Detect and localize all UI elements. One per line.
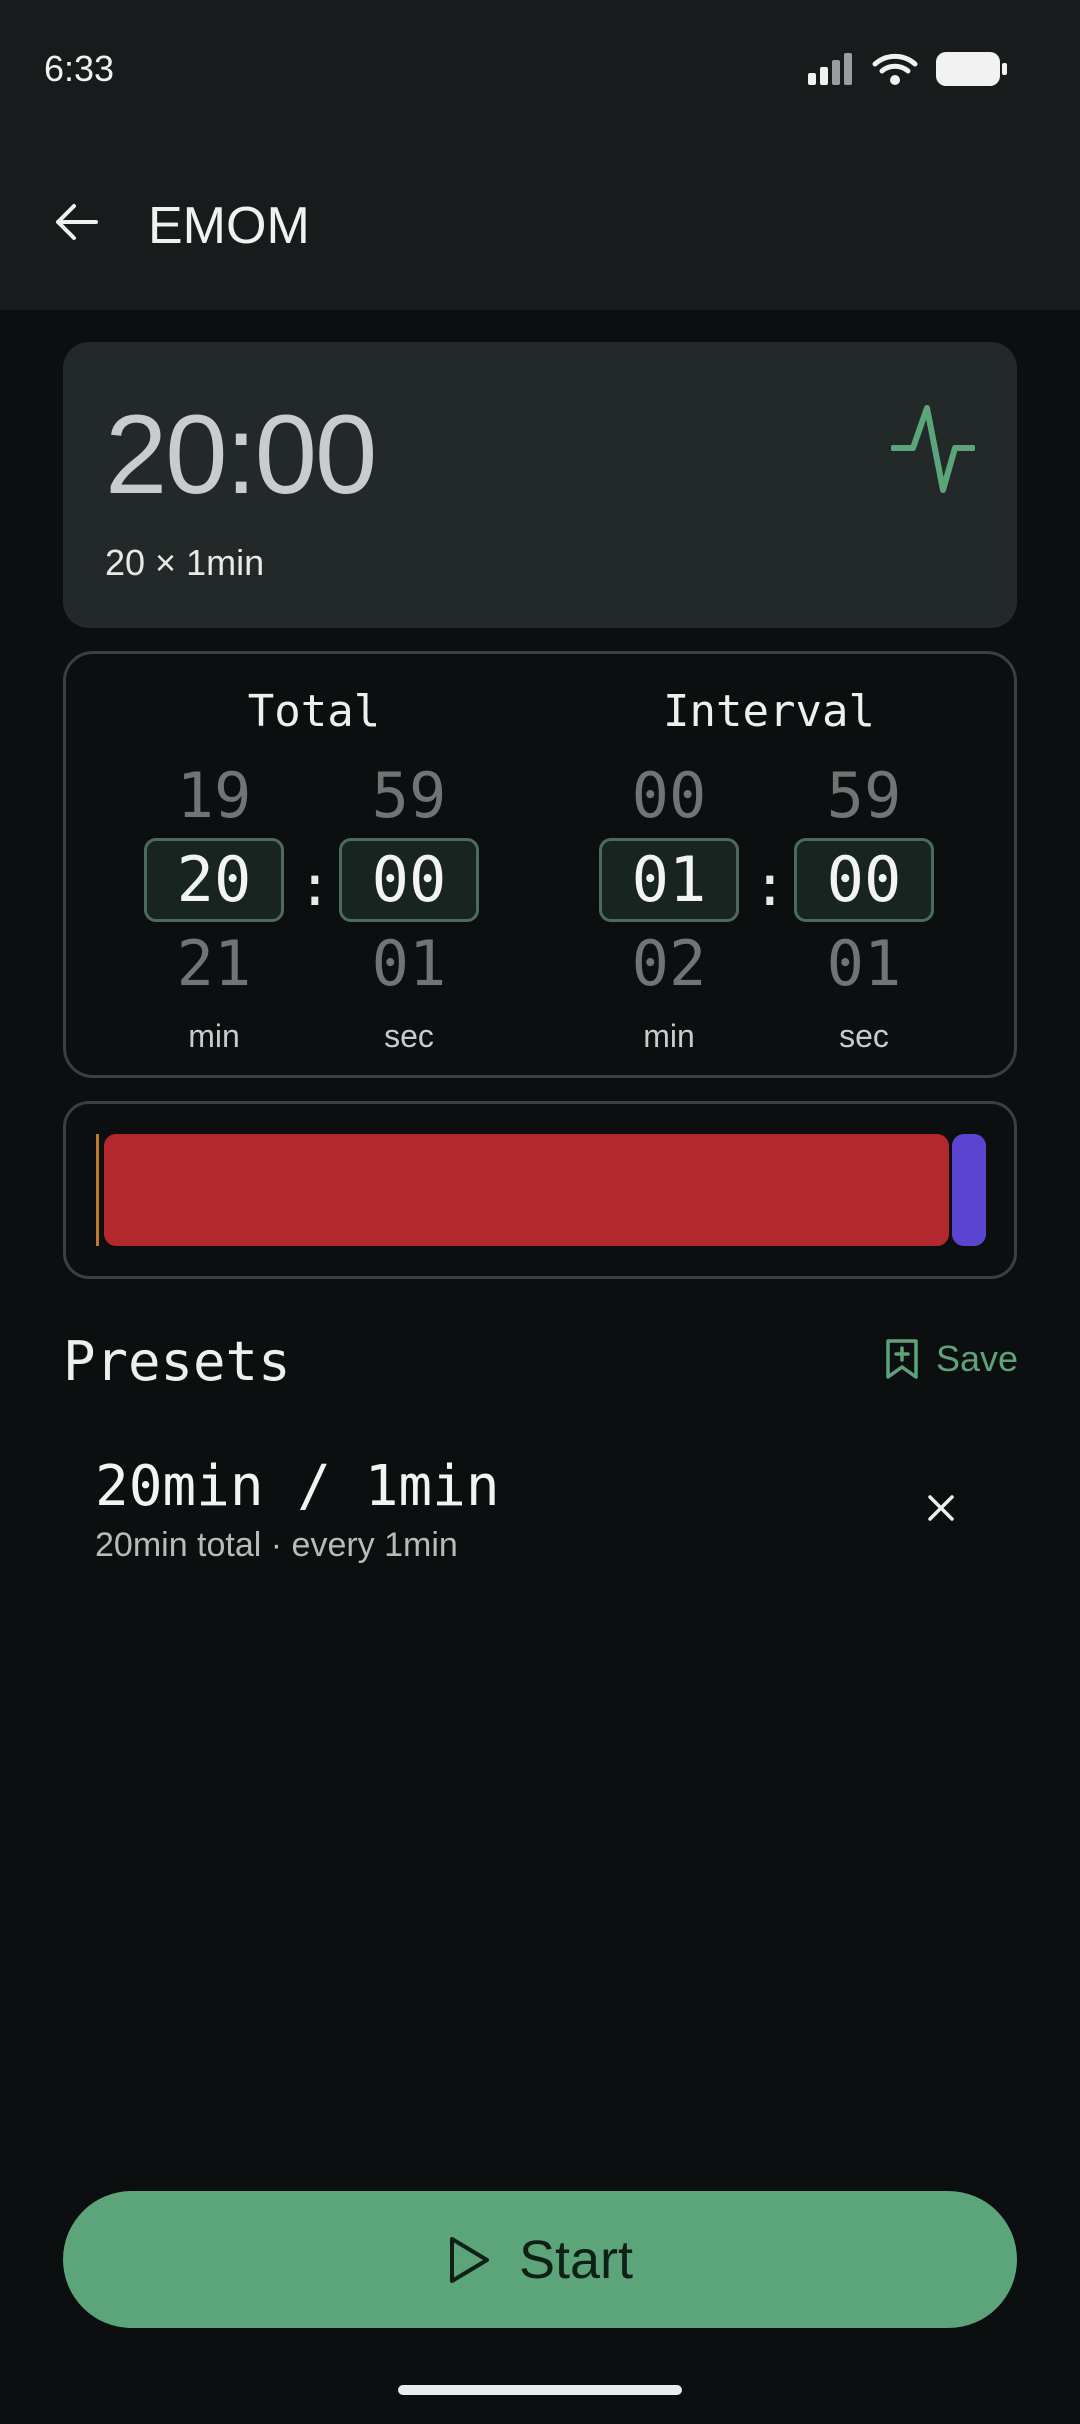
status-icons — [808, 52, 1008, 86]
total-title: Total — [247, 686, 381, 737]
back-button[interactable] — [44, 190, 108, 254]
rest-segment — [952, 1134, 986, 1246]
summary-card: 20:00 20 × 1min — [63, 342, 1017, 628]
wifi-icon — [872, 53, 918, 85]
wheel-prev-value[interactable]: 59 — [794, 754, 934, 838]
work-segment — [104, 1134, 949, 1246]
save-preset-button[interactable]: Save — [884, 1338, 1018, 1380]
pulse-icon — [891, 405, 975, 493]
close-icon — [928, 1495, 954, 1521]
rounds-summary: 20 × 1min — [105, 542, 265, 583]
time-separator: : — [298, 854, 332, 919]
arrow-left-icon — [56, 204, 98, 240]
interval-picker: Interval 00 01 02 min : 59 00 01 sec — [599, 654, 939, 1075]
signal-icon — [808, 53, 852, 85]
interval-minutes-wheel[interactable]: 00 01 02 min — [599, 754, 739, 1055]
total-picker: Total 19 20 21 min : 59 00 01 sec — [144, 654, 484, 1075]
total-time-display: 20:00 — [105, 392, 377, 517]
time-picker-card: Total 19 20 21 min : 59 00 01 sec Interv… — [63, 651, 1017, 1078]
page-title: EMOM — [148, 197, 310, 255]
wheel-next-value[interactable]: 21 — [144, 922, 284, 1006]
battery-icon — [936, 52, 1007, 86]
wheel-prev-value[interactable]: 59 — [339, 754, 479, 838]
wheel-next-value[interactable]: 01 — [794, 922, 934, 1006]
delete-preset-button[interactable] — [913, 1480, 969, 1536]
interval-seconds-wheel[interactable]: 59 00 01 sec — [794, 754, 934, 1055]
wheel-prev-value[interactable]: 19 — [144, 754, 284, 838]
total-seconds-wheel[interactable]: 59 00 01 sec — [339, 754, 479, 1055]
total-minutes-wheel[interactable]: 19 20 21 min — [144, 754, 284, 1055]
interval-title: Interval — [663, 686, 875, 737]
wheel-unit-label: min — [643, 1018, 695, 1054]
status-time: 6:33 — [44, 48, 115, 89]
start-label: Start — [518, 2229, 634, 2290]
wheel-selected-value[interactable]: 00 — [794, 838, 934, 922]
wheel-unit-label: sec — [839, 1018, 889, 1054]
wheel-unit-label: min — [188, 1018, 240, 1054]
play-icon — [449, 2236, 489, 2283]
wheel-prev-value[interactable]: 00 — [599, 754, 739, 838]
save-label: Save — [935, 1338, 1018, 1379]
bookmark-plus-icon — [886, 1339, 918, 1379]
start-button[interactable]: Start — [63, 2191, 1017, 2328]
presets-heading: Presets — [63, 1330, 291, 1393]
wheel-selected-value[interactable]: 20 — [144, 838, 284, 922]
top-bar: 6:33 EMOM — [0, 0, 1080, 310]
wheel-selected-value[interactable]: 00 — [339, 838, 479, 922]
wheel-unit-label: sec — [384, 1018, 434, 1054]
interval-timeline — [63, 1101, 1017, 1279]
preset-description: 20min total · every 1min — [95, 1526, 458, 1564]
wheel-next-value[interactable]: 01 — [339, 922, 479, 1006]
timeline-start-marker — [96, 1134, 99, 1246]
wheel-next-value[interactable]: 02 — [599, 922, 739, 1006]
preset-name: 20min / 1min — [95, 1454, 500, 1519]
emom-screen: 6:33 EMOM 20:00 20 × 1min Total 19 20 21… — [0, 0, 1080, 2424]
home-indicator[interactable] — [398, 2385, 682, 2395]
preset-item[interactable]: 20min / 1min 20min total · every 1min — [63, 1430, 1017, 1590]
time-separator: : — [753, 854, 787, 919]
wheel-selected-value[interactable]: 01 — [599, 838, 739, 922]
